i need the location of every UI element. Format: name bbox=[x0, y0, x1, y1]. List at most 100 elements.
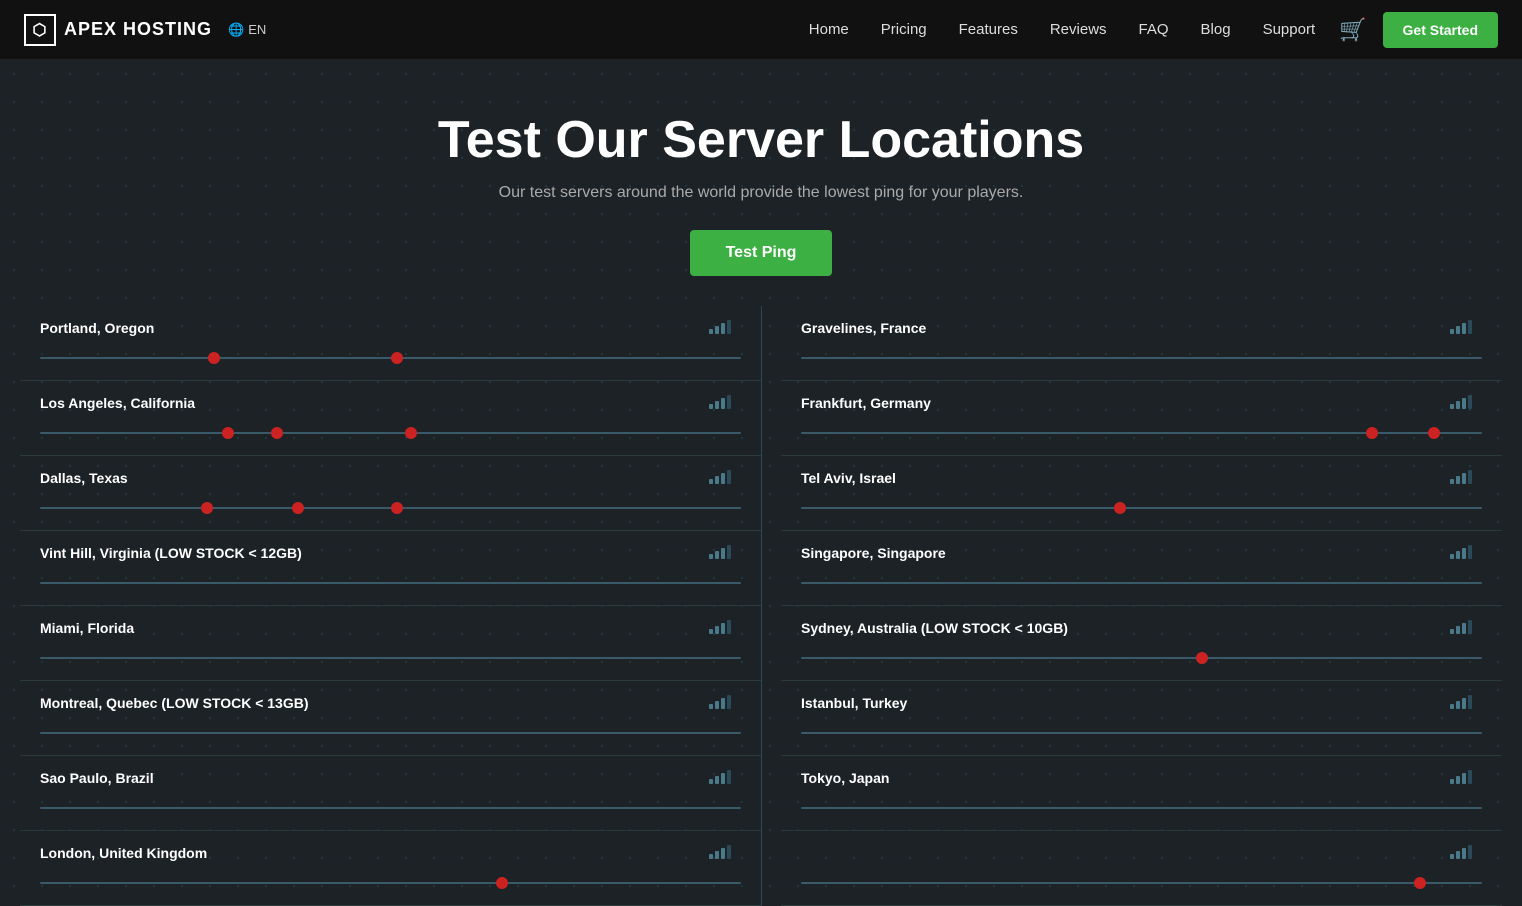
nav-item-reviews[interactable]: Reviews bbox=[1050, 21, 1107, 39]
signal-bar-4 bbox=[1468, 545, 1472, 559]
ping-slider bbox=[40, 344, 741, 372]
signal-bar-1 bbox=[709, 779, 713, 784]
signal-bar-1 bbox=[709, 704, 713, 709]
location-name: Montreal, Quebec (LOW STOCK < 13GB) bbox=[40, 695, 741, 711]
signal-bar-2 bbox=[1456, 326, 1460, 334]
signal-bar-1 bbox=[709, 479, 713, 484]
signal-bar-2 bbox=[1456, 476, 1460, 484]
signal-bars bbox=[709, 845, 731, 859]
ping-dot bbox=[222, 427, 234, 439]
hero-title: Test Our Server Locations bbox=[20, 110, 1502, 170]
signal-bar-3 bbox=[1462, 323, 1466, 334]
signal-bar-3 bbox=[1462, 548, 1466, 559]
logo[interactable]: ⬡ APEX HOSTING bbox=[24, 14, 212, 46]
ping-dot-2 bbox=[271, 427, 283, 439]
signal-bars bbox=[1450, 770, 1472, 784]
location-name: Portland, Oregon bbox=[40, 320, 741, 336]
signal-bar-4 bbox=[727, 545, 731, 559]
location-tokyo: Tokyo, Japan bbox=[781, 756, 1502, 831]
nav-links: Home Pricing Features Reviews FAQ Blog S… bbox=[809, 21, 1315, 39]
location-portland: Portland, Oregon bbox=[20, 306, 761, 381]
signal-bar-2 bbox=[715, 701, 719, 709]
signal-bars bbox=[709, 470, 731, 484]
signal-bar-3 bbox=[721, 773, 725, 784]
ping-slider bbox=[801, 344, 1482, 372]
nav-item-pricing[interactable]: Pricing bbox=[881, 21, 927, 39]
ping-track bbox=[801, 657, 1482, 659]
signal-bar-2 bbox=[1456, 401, 1460, 409]
signal-bar-3 bbox=[721, 698, 725, 709]
signal-bar-4 bbox=[1468, 770, 1472, 784]
signal-bars bbox=[1450, 545, 1472, 559]
ping-slider bbox=[801, 419, 1482, 447]
signal-bar-1 bbox=[1450, 479, 1454, 484]
nav-item-blog[interactable]: Blog bbox=[1201, 21, 1231, 39]
cart-icon[interactable]: 🛒 bbox=[1339, 17, 1366, 43]
signal-bar-3 bbox=[1462, 623, 1466, 634]
signal-bar-1 bbox=[1450, 779, 1454, 784]
nav-item-faq[interactable]: FAQ bbox=[1139, 21, 1169, 39]
ping-slider bbox=[40, 419, 741, 447]
location-vint-hill: Vint Hill, Virginia (LOW STOCK < 12GB) bbox=[20, 531, 761, 606]
location-montreal: Montreal, Quebec (LOW STOCK < 13GB) bbox=[20, 681, 761, 756]
location-name: Sao Paulo, Brazil bbox=[40, 770, 741, 786]
test-ping-button[interactable]: Test Ping bbox=[690, 230, 833, 276]
signal-bars bbox=[1450, 395, 1472, 409]
location-name: Tokyo, Japan bbox=[801, 770, 1482, 786]
signal-bars bbox=[1450, 845, 1472, 859]
location-istanbul: Istanbul, Turkey bbox=[781, 681, 1502, 756]
language-selector[interactable]: 🌐 EN bbox=[228, 22, 266, 38]
signal-bar-3 bbox=[721, 323, 725, 334]
ping-slider bbox=[801, 569, 1482, 597]
location-name: Frankfurt, Germany bbox=[801, 395, 1482, 411]
nav-item-features[interactable]: Features bbox=[959, 21, 1018, 39]
ping-slider bbox=[40, 569, 741, 597]
signal-bars bbox=[709, 320, 731, 334]
signal-bars bbox=[1450, 695, 1472, 709]
signal-bar-3 bbox=[1462, 773, 1466, 784]
nav-item-home[interactable]: Home bbox=[809, 21, 849, 39]
ping-track bbox=[801, 432, 1482, 434]
signal-bar-4 bbox=[1468, 620, 1472, 634]
logo-icon: ⬡ bbox=[24, 14, 56, 46]
signal-bar-4 bbox=[727, 620, 731, 634]
location-sydney: Sydney, Australia (LOW STOCK < 10GB) bbox=[781, 606, 1502, 681]
ping-dot-2 bbox=[208, 352, 220, 364]
location-name: Singapore, Singapore bbox=[801, 545, 1482, 561]
signal-bar-4 bbox=[1468, 695, 1472, 709]
signal-bar-4 bbox=[1468, 470, 1472, 484]
signal-bar-2 bbox=[1456, 626, 1460, 634]
ping-dot-2 bbox=[292, 502, 304, 514]
logo-text: APEX HOSTING bbox=[64, 19, 212, 40]
signal-bar-1 bbox=[1450, 704, 1454, 709]
ping-track bbox=[40, 657, 741, 659]
ping-slider bbox=[40, 794, 741, 822]
signal-bar-2 bbox=[715, 401, 719, 409]
location-name: Los Angeles, California bbox=[40, 395, 741, 411]
signal-bar-2 bbox=[1456, 551, 1460, 559]
signal-bar-3 bbox=[1462, 848, 1466, 859]
ping-slider bbox=[801, 494, 1482, 522]
nav-item-support[interactable]: Support bbox=[1263, 21, 1316, 39]
globe-icon: 🌐 bbox=[228, 22, 244, 38]
ping-track bbox=[40, 807, 741, 809]
location-london: London, United Kingdom bbox=[20, 831, 761, 906]
get-started-button[interactable]: Get Started bbox=[1383, 12, 1498, 48]
signal-bar-1 bbox=[1450, 404, 1454, 409]
ping-dot bbox=[1114, 502, 1126, 514]
signal-bar-3 bbox=[721, 398, 725, 409]
signal-bars bbox=[709, 695, 731, 709]
ping-slider bbox=[801, 644, 1482, 672]
signal-bar-4 bbox=[1468, 395, 1472, 409]
ping-slider bbox=[40, 494, 741, 522]
location-name: Tel Aviv, Israel bbox=[801, 470, 1482, 486]
ping-track bbox=[40, 582, 741, 584]
signal-bar-3 bbox=[721, 548, 725, 559]
ping-track bbox=[801, 882, 1482, 884]
lang-label: EN bbox=[248, 22, 266, 37]
ping-dot bbox=[201, 502, 213, 514]
ping-track bbox=[801, 807, 1482, 809]
location-name: Vint Hill, Virginia (LOW STOCK < 12GB) bbox=[40, 545, 741, 561]
signal-bar-1 bbox=[709, 629, 713, 634]
signal-bar-3 bbox=[1462, 398, 1466, 409]
